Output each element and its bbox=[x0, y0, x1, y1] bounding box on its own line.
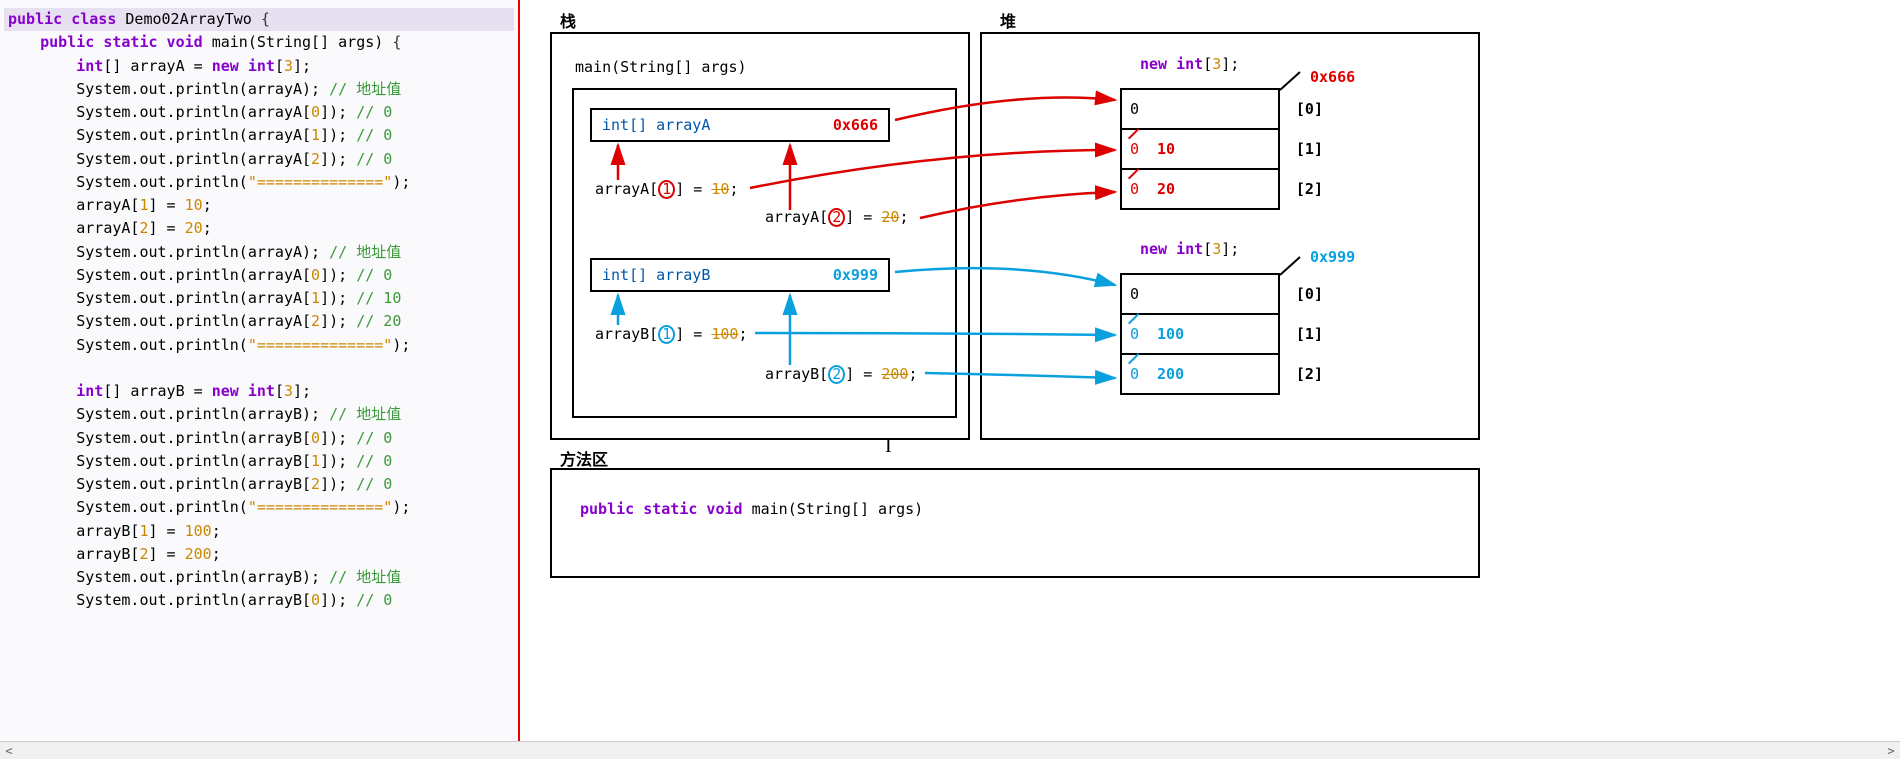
code-line: arrayA[2] = 20; bbox=[4, 217, 514, 240]
arrayB-var: int[] arrayB 0x999 bbox=[590, 258, 890, 292]
stack-title: 栈 bbox=[560, 8, 576, 32]
arrayA-decl: int[] arrayA bbox=[602, 116, 710, 134]
code-line: System.out.println("=============="); bbox=[4, 496, 514, 519]
code-line: System.out.println(arrayB[1]); // 0 bbox=[4, 450, 514, 473]
code-editor: public class Demo02ArrayTwo { public sta… bbox=[0, 0, 520, 759]
code-line: System.out.println(arrayB); // 地址值 bbox=[4, 403, 514, 426]
code-line-class: public class Demo02ArrayTwo { bbox=[4, 8, 514, 31]
assign-arrayA-2: arrayA[2] = 20; bbox=[765, 208, 908, 227]
method-area-box bbox=[550, 468, 1480, 578]
heap-cell: 0 [0] bbox=[1120, 273, 1280, 315]
root: public class Demo02ArrayTwo { public sta… bbox=[0, 0, 1900, 759]
code-line: arrayB[1] = 100; bbox=[4, 520, 514, 543]
scroll-right-button[interactable]: > bbox=[1882, 742, 1900, 759]
code-line: System.out.println("=============="); bbox=[4, 334, 514, 357]
memory-diagram: 栈 堆 main(String[] args) int[] arrayA 0x6… bbox=[520, 0, 1900, 759]
code-line: System.out.println(arrayA); // 地址值 bbox=[4, 78, 514, 101]
arrayB-addr: 0x999 bbox=[833, 266, 878, 284]
code-line: System.out.println(arrayA[0]); // 0 bbox=[4, 264, 514, 287]
code-line bbox=[4, 357, 514, 380]
code-line-main: public static void main(String[] args) { bbox=[4, 31, 514, 54]
code-line: int[] arrayA = new int[3]; bbox=[4, 55, 514, 78]
arrayA-addr: 0x666 bbox=[833, 116, 878, 134]
code-line: System.out.println(arrayB[0]); // 0 bbox=[4, 589, 514, 612]
heap-cell: 0 20 [2] bbox=[1120, 168, 1280, 210]
method-area-title: 方法区 bbox=[560, 446, 608, 470]
heap-addr-2: 0x999 bbox=[1310, 248, 1355, 266]
heap-cell: 0 200 [2] bbox=[1120, 353, 1280, 395]
horizontal-scrollbar[interactable]: < > bbox=[0, 741, 1900, 759]
heap-cell: 0 [0] bbox=[1120, 88, 1280, 130]
arrayA-var: int[] arrayA 0x666 bbox=[590, 108, 890, 142]
code-line: System.out.println(arrayB); // 地址值 bbox=[4, 566, 514, 589]
assign-arrayB-1: arrayB[1] = 100; bbox=[595, 325, 748, 344]
scroll-left-button[interactable]: < bbox=[0, 742, 18, 759]
heap-array-B: 0 [0] 0 100 [1] 0 200 [2] bbox=[1120, 275, 1280, 395]
code-line: System.out.println(arrayB[2]); // 0 bbox=[4, 473, 514, 496]
heap-array-A: 0 [0] 0 10 [1] 0 20 [2] bbox=[1120, 90, 1280, 210]
heap-cell: 0 10 [1] bbox=[1120, 128, 1280, 170]
code-line: int[] arrayB = new int[3]; bbox=[4, 380, 514, 403]
heap-addr-1: 0x666 bbox=[1310, 68, 1355, 86]
code-line: System.out.println(arrayA[1]); // 0 bbox=[4, 124, 514, 147]
heap-new-1: new int[3]; bbox=[1140, 55, 1239, 73]
assign-arrayB-2: arrayB[2] = 200; bbox=[765, 365, 918, 384]
arrayB-decl: int[] arrayB bbox=[602, 266, 710, 284]
text-cursor-icon: I bbox=[885, 435, 892, 458]
code-line: arrayA[1] = 10; bbox=[4, 194, 514, 217]
assign-arrayA-1: arrayA[1] = 10; bbox=[595, 180, 738, 199]
heap-cell: 0 100 [1] bbox=[1120, 313, 1280, 355]
method-area-text: public static void main(String[] args) bbox=[580, 500, 923, 518]
code-line: System.out.println(arrayA[1]); // 10 bbox=[4, 287, 514, 310]
code-line: System.out.println(arrayA); // 地址值 bbox=[4, 241, 514, 264]
code-line: arrayB[2] = 200; bbox=[4, 543, 514, 566]
heap-title: 堆 bbox=[1000, 8, 1016, 32]
code-line: System.out.println(arrayA[0]); // 0 bbox=[4, 101, 514, 124]
code-line: System.out.println(arrayB[0]); // 0 bbox=[4, 427, 514, 450]
code-line: System.out.println("=============="); bbox=[4, 171, 514, 194]
code-line: System.out.println(arrayA[2]); // 0 bbox=[4, 148, 514, 171]
main-frame-label: main(String[] args) bbox=[575, 58, 747, 76]
heap-new-2: new int[3]; bbox=[1140, 240, 1239, 258]
code-line: System.out.println(arrayA[2]); // 20 bbox=[4, 310, 514, 333]
